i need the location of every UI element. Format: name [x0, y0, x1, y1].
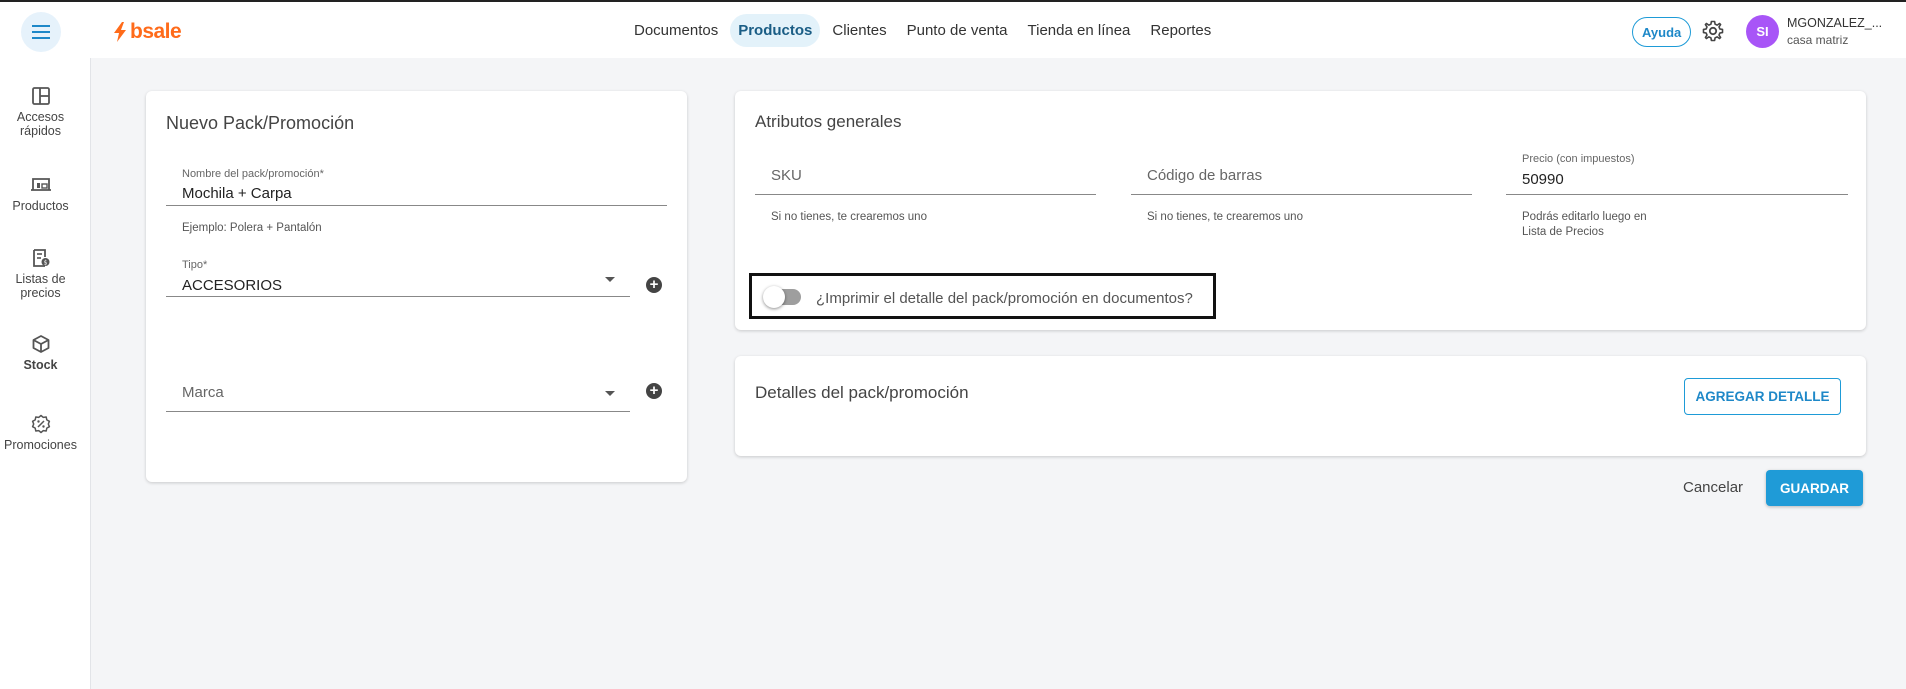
- hamburger-icon: [32, 25, 50, 39]
- type-underline: [166, 296, 630, 297]
- pack-form-title: Nuevo Pack/Promoción: [166, 113, 355, 133]
- barcode-field[interactable]: Código de barras: [1131, 157, 1472, 196]
- price-underline: [1506, 194, 1848, 195]
- price-helper-line1: Podrás editarlo luego en: [1522, 211, 1647, 223]
- sidebar-item-productos[interactable]: Productos: [0, 175, 81, 213]
- price-value[interactable]: 50990: [1522, 171, 1564, 188]
- box-icon: [32, 335, 49, 353]
- price-field[interactable]: Precio (con impuestos) 50990: [1506, 153, 1848, 196]
- pack-name-helper: Ejemplo: Polera + Pantalón: [182, 222, 322, 234]
- sidebar-item-label: Promociones: [4, 438, 77, 452]
- print-detail-toggle-label[interactable]: ¿Imprimir el detalle del pack/promoción …: [816, 290, 1193, 307]
- sku-underline: [755, 194, 1096, 195]
- nav-clientes[interactable]: Clientes: [824, 14, 894, 47]
- add-detail-button[interactable]: AGREGAR DETALLE: [1684, 378, 1841, 415]
- help-button[interactable]: Ayuda: [1632, 17, 1692, 47]
- save-button[interactable]: GUARDAR: [1766, 470, 1863, 506]
- settings-button[interactable]: [1701, 19, 1725, 48]
- barcode-placeholder: Código de barras: [1147, 167, 1263, 184]
- logo-text: bsale: [130, 20, 182, 43]
- nav-productos[interactable]: Productos: [730, 14, 821, 47]
- add-brand-button[interactable]: +: [646, 383, 662, 399]
- details-title: Detalles del pack/promoción: [755, 383, 969, 402]
- user-location: casa matriz: [1787, 33, 1849, 47]
- main-nav: Documentos Productos Clientes Punto de v…: [626, 14, 1219, 47]
- cancel-button[interactable]: Cancelar: [1683, 479, 1743, 496]
- price-list-icon: $: [32, 249, 49, 267]
- sku-placeholder: SKU: [771, 167, 802, 184]
- avatar[interactable]: SI: [1746, 15, 1779, 48]
- gear-icon: [1702, 20, 1724, 42]
- user-name[interactable]: MGONZALEZ_...: [1787, 16, 1882, 30]
- menu-button[interactable]: [21, 12, 61, 52]
- sidebar-item-listas-de-precios[interactable]: $ Listas de precios: [0, 248, 81, 300]
- bsale-logo[interactable]: bsale: [113, 20, 182, 44]
- sidebar-item-label: Productos: [12, 199, 69, 213]
- sku-helper: Si no tienes, te crearemos uno: [771, 211, 927, 223]
- sidebar-item-label: Accesos rápidos: [16, 110, 65, 138]
- barcode-underline: [1131, 194, 1472, 195]
- sidebar-item-label: Stock: [23, 358, 58, 372]
- bolt-icon: [114, 22, 126, 42]
- type-value: ACCESORIOS: [182, 277, 283, 294]
- barcode-helper: Si no tienes, te crearemos uno: [1147, 211, 1303, 223]
- brand-select[interactable]: Marca: [166, 375, 630, 413]
- sidebar-item-promociones[interactable]: Promociones: [0, 414, 81, 452]
- nav-punto-de-venta[interactable]: Punto de venta: [899, 14, 1016, 47]
- pack-form-card: Nuevo Pack/Promoción Nombre del pack/pro…: [146, 91, 687, 482]
- brand-placeholder: Marca: [182, 384, 224, 401]
- pack-name-label: Nombre del pack/promoción*: [182, 168, 324, 180]
- print-detail-toggle[interactable]: [763, 286, 801, 308]
- products-icon: [30, 178, 51, 191]
- plus-icon: +: [649, 382, 659, 399]
- toggle-knob: [763, 286, 785, 308]
- top-bar: bsale Documentos Productos Clientes Punt…: [0, 0, 1906, 58]
- pack-name-value[interactable]: Mochila + Carpa: [182, 185, 292, 202]
- type-dropdown-icon[interactable]: [605, 277, 615, 282]
- attributes-title: Atributos generales: [755, 112, 902, 131]
- pack-name-underline: [166, 205, 667, 206]
- type-select[interactable]: Tipo* ACCESORIOS: [166, 258, 630, 298]
- pack-name-field[interactable]: Nombre del pack/promoción* Mochila + Car…: [166, 167, 667, 207]
- type-label: Tipo*: [182, 259, 208, 271]
- price-helper: Podrás editarlo luego en Lista de Precio…: [1522, 210, 1647, 240]
- nav-reportes[interactable]: Reportes: [1142, 14, 1219, 47]
- sku-field[interactable]: SKU: [755, 157, 1096, 196]
- sidebar-item-accesos-rapidos[interactable]: Accesos rápidos: [0, 86, 81, 138]
- price-helper-line2: Lista de Precios: [1522, 226, 1604, 238]
- brand-underline: [166, 411, 630, 412]
- sidebar-item-label: Listas de precios: [15, 272, 66, 300]
- nav-documentos[interactable]: Documentos: [626, 14, 726, 47]
- layout-icon: [31, 87, 50, 105]
- discount-icon: [31, 414, 50, 434]
- brand-dropdown-icon[interactable]: [605, 391, 615, 396]
- plus-icon: +: [649, 276, 659, 293]
- nav-tienda-en-linea[interactable]: Tienda en línea: [1020, 14, 1139, 47]
- add-type-button[interactable]: +: [646, 277, 662, 293]
- svg-text:$: $: [43, 260, 47, 267]
- sidebar: Accesos rápidos Productos $ Listas de pr…: [0, 58, 91, 689]
- sidebar-item-stock[interactable]: Stock: [0, 334, 81, 372]
- price-label: Precio (con impuestos): [1522, 153, 1635, 165]
